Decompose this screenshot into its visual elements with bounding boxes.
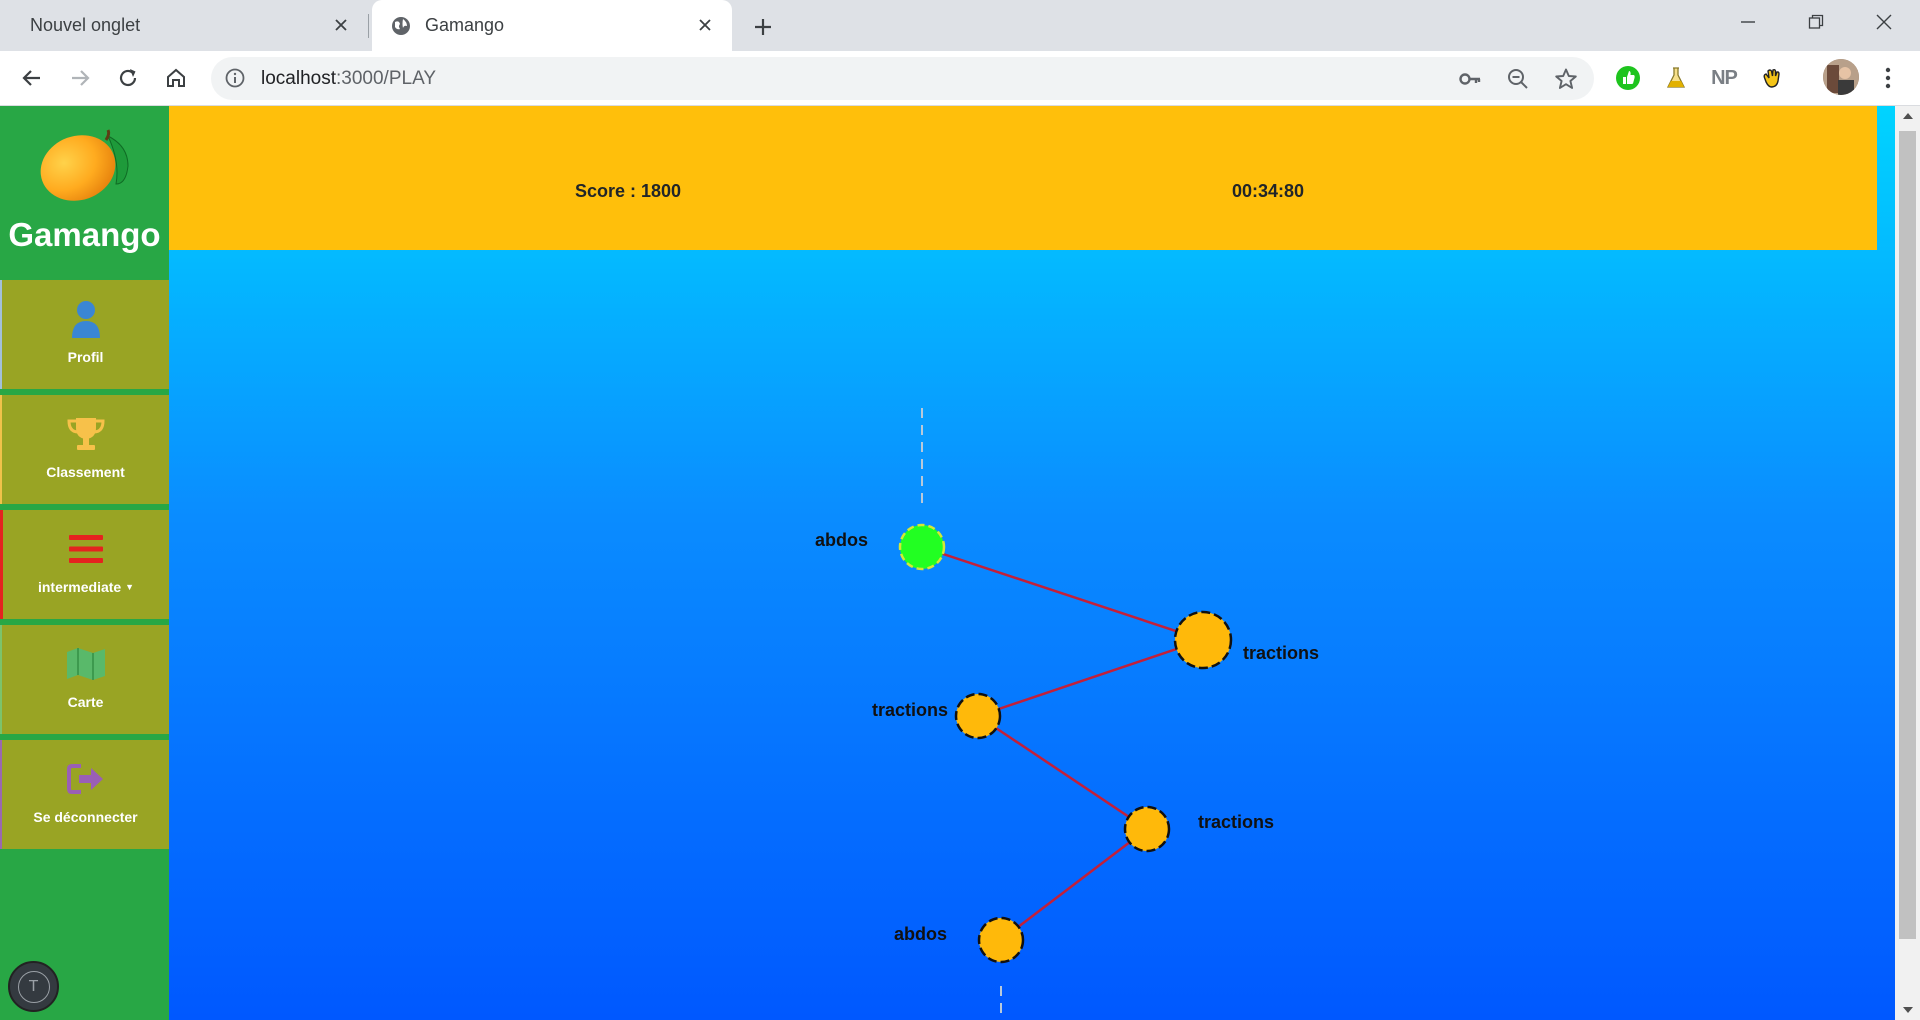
mango-logo-icon [36, 126, 132, 207]
exercise-path [898, 408, 1233, 1020]
home-button[interactable] [158, 60, 194, 96]
globe-icon [391, 16, 411, 36]
tab-title: Nouvel onglet [30, 15, 141, 35]
node-label: abdos [894, 924, 948, 944]
close-icon[interactable] [692, 12, 718, 38]
profile-avatar[interactable] [1823, 59, 1859, 95]
level-dropdown-label: intermediate ▼ [38, 579, 134, 595]
close-icon[interactable] [328, 12, 354, 38]
close-icon [1876, 14, 1892, 30]
scroll-up-arrow-icon[interactable] [1895, 106, 1920, 126]
scrollbar-thumb[interactable] [1899, 131, 1916, 939]
map-icon [64, 642, 108, 686]
plus-icon [755, 19, 771, 35]
browser-menu-button[interactable] [1870, 60, 1906, 96]
kebab-menu-icon [1885, 67, 1891, 89]
page-viewport: Gamango Profil Classement intermediate ▼ [0, 106, 1920, 1020]
reload-icon [119, 69, 137, 87]
sign-out-icon [64, 757, 108, 801]
tab-separator [368, 14, 369, 38]
zoom-out-icon[interactable] [1504, 65, 1532, 93]
restore-button[interactable] [1782, 0, 1850, 44]
sidebar-item-classement[interactable]: Classement [0, 395, 169, 504]
floating-user-button[interactable]: T [8, 961, 59, 1012]
np-label: NP [1711, 66, 1738, 89]
browser-toolbar: localhost:3000/PLAY NP [0, 51, 1920, 106]
sidebar: Gamango Profil Classement intermediate ▼ [0, 106, 169, 1020]
sidebar-item-label: Se déconnecter [33, 809, 138, 825]
browser-tab-bar: Nouvel onglet Gamango [0, 0, 1920, 51]
node-label: tractions [872, 700, 949, 720]
close-window-button[interactable] [1850, 0, 1918, 44]
caret-down-icon: ▼ [125, 582, 135, 592]
url-text[interactable]: localhost:3000/PLAY [261, 68, 436, 90]
game-area: Score : 1800 00:34:80 abdos tractions tr… [169, 106, 1895, 1020]
tab-new-tab[interactable]: Nouvel onglet [0, 0, 368, 51]
hand-extension-icon[interactable] [1757, 63, 1787, 93]
user-initial: T [17, 970, 50, 1003]
trophy-icon [64, 412, 108, 456]
np-extension-icon[interactable]: NP [1709, 63, 1739, 93]
restore-icon [1808, 14, 1824, 29]
address-bar[interactable]: localhost:3000/PLAY [211, 57, 1594, 100]
minimize-button[interactable] [1714, 0, 1782, 44]
back-arrow-icon [22, 70, 40, 86]
forward-button[interactable] [62, 60, 98, 96]
sidebar-item-label: Classement [46, 464, 125, 480]
url-path: :3000/PLAY [336, 68, 437, 89]
exercise-node-done[interactable] [898, 523, 946, 571]
page-scrollbar[interactable] [1895, 106, 1920, 1020]
info-icon[interactable] [225, 68, 245, 93]
flask-extension-icon[interactable] [1661, 63, 1691, 93]
minimize-icon [1741, 21, 1755, 23]
key-icon[interactable] [1456, 65, 1484, 93]
home-icon [167, 68, 185, 87]
brand[interactable]: Gamango [0, 106, 169, 278]
path-connector [977, 638, 1204, 718]
sidebar-item-level-dropdown[interactable]: intermediate ▼ [0, 510, 169, 619]
tab-gamango[interactable]: Gamango [372, 0, 732, 51]
star-icon[interactable] [1552, 65, 1580, 93]
sidebar-item-se-deconnecter[interactable]: Se déconnecter [0, 740, 169, 849]
back-button[interactable] [14, 60, 50, 96]
exercise-node[interactable] [1173, 610, 1233, 670]
user-icon [64, 297, 108, 341]
scroll-down-arrow-icon[interactable] [1895, 1000, 1920, 1020]
path-connector [921, 545, 1204, 642]
exercise-node[interactable] [954, 692, 1002, 740]
reload-button[interactable] [110, 60, 146, 96]
node-label: abdos [815, 530, 869, 550]
exercise-node[interactable] [1123, 805, 1171, 853]
node-label: tractions [1198, 812, 1275, 832]
exercise-node[interactable] [977, 916, 1025, 964]
level-label: intermediate [37, 579, 122, 595]
sidebar-item-label: Profil [67, 349, 104, 365]
bars-icon [64, 527, 108, 571]
path-connector [1000, 828, 1148, 941]
sidebar-item-carte[interactable]: Carte [0, 625, 169, 734]
sidebar-item-label: Carte [67, 694, 104, 710]
forward-arrow-icon [72, 70, 90, 86]
tab-title: Gamango [425, 15, 505, 35]
url-host: localhost [261, 68, 336, 89]
thumbs-up-extension-icon[interactable] [1613, 63, 1643, 93]
path-connector [977, 714, 1148, 831]
new-tab-button[interactable] [746, 10, 780, 44]
node-label: tractions [1243, 643, 1320, 663]
app-name: Gamango [8, 216, 161, 253]
sidebar-item-profil[interactable]: Profil [0, 280, 169, 389]
